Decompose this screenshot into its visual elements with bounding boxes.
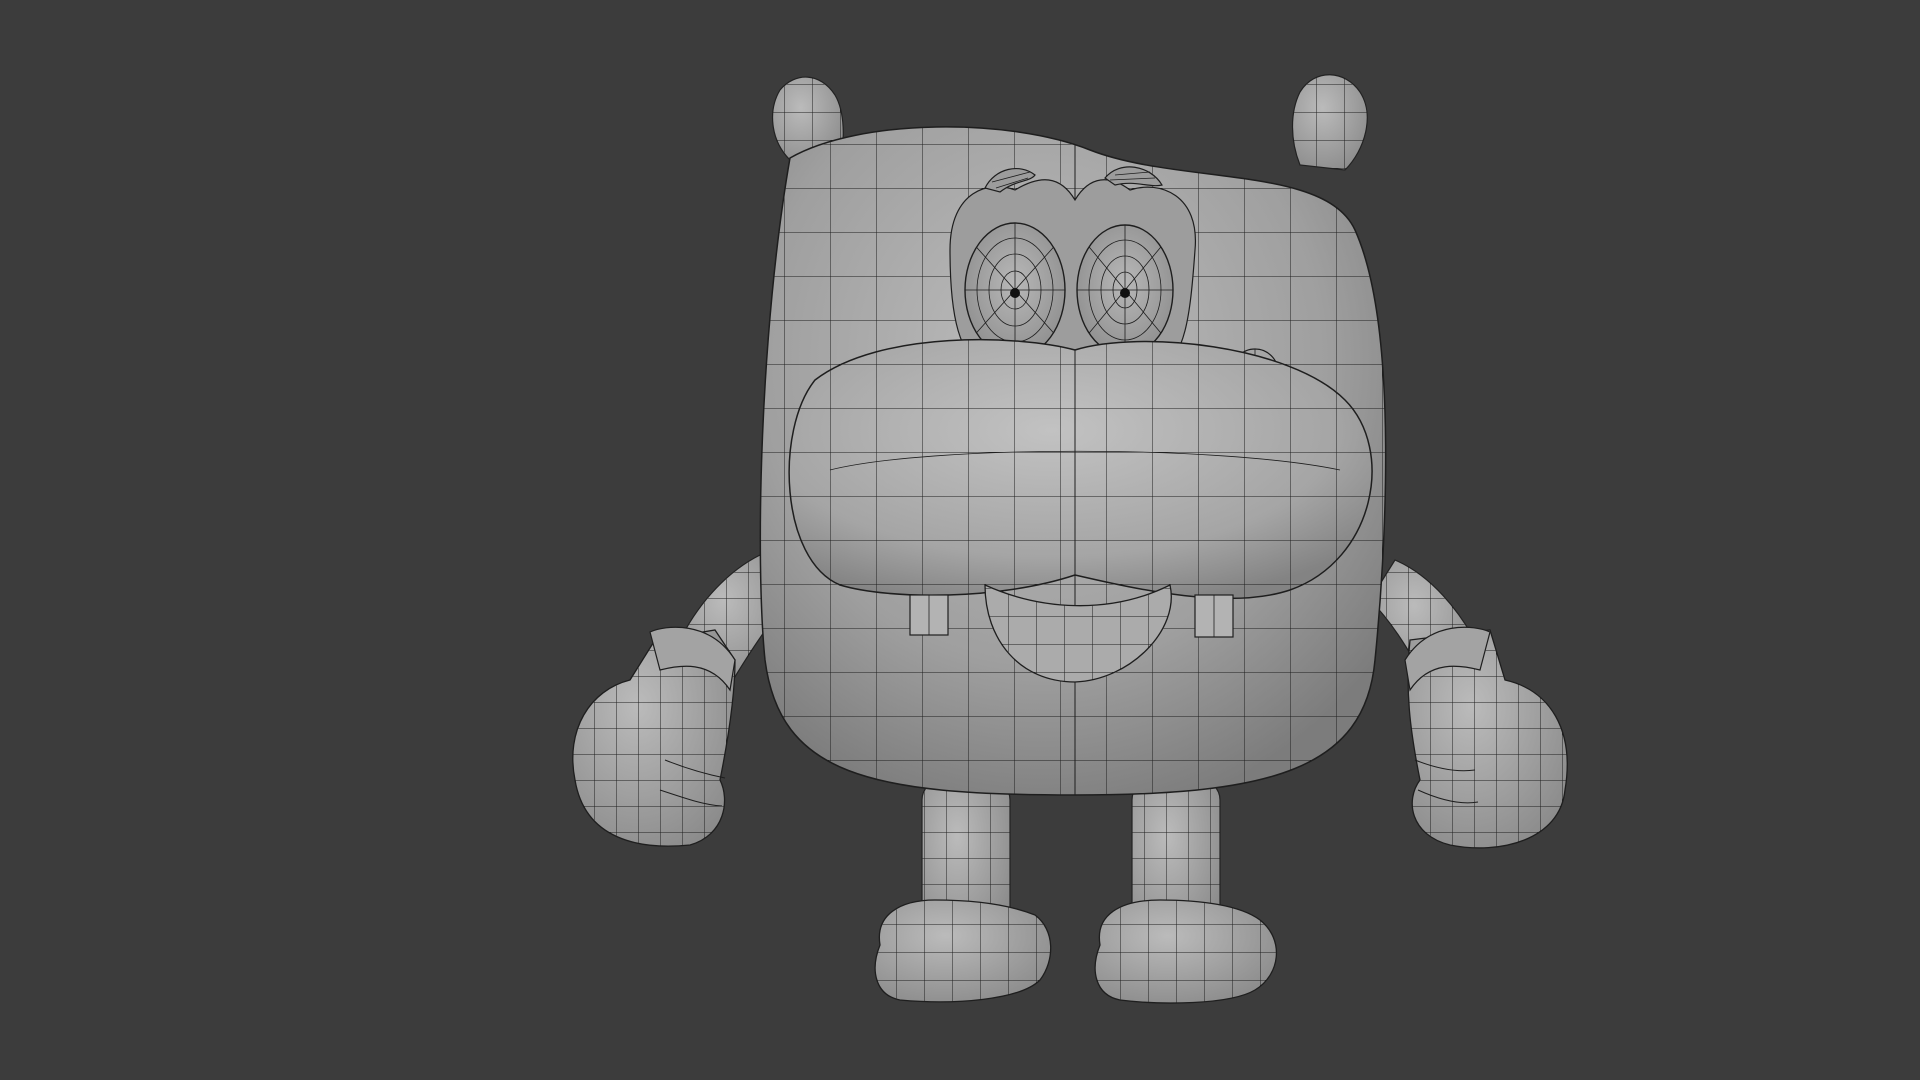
pupil-right — [1120, 288, 1130, 298]
foot-left[interactable] — [874, 899, 1052, 1003]
3d-viewport[interactable] — [0, 0, 1920, 1080]
tooth-left[interactable] — [909, 594, 949, 636]
ear-right[interactable] — [1291, 74, 1368, 171]
viewport-canvas[interactable] — [0, 0, 1920, 1080]
pupil-left — [1010, 288, 1020, 298]
hand-right[interactable] — [1404, 626, 1568, 849]
foot-right[interactable] — [1094, 899, 1277, 1004]
hand-left[interactable] — [572, 626, 736, 847]
tooth-right[interactable] — [1194, 594, 1234, 638]
